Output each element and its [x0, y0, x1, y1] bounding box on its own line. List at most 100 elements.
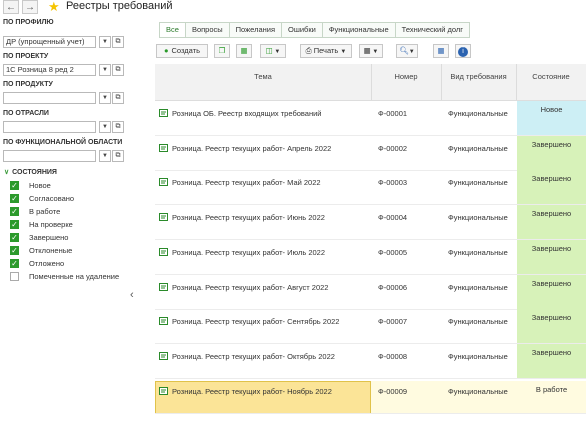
table-row[interactable]: [155, 205, 517, 239]
states-group-toggle[interactable]: ∨ СОСТОЯНИЯ: [4, 168, 57, 176]
row-number: Ф-00004: [378, 213, 408, 222]
state-cell: Новое: [517, 101, 586, 136]
column-separator: [441, 64, 442, 100]
filter-industry-open[interactable]: ⧉: [112, 121, 124, 133]
copy-button[interactable]: ❐: [214, 44, 230, 58]
tab-tech-debt[interactable]: Технический долг: [395, 23, 469, 37]
tab-questions[interactable]: Вопросы: [185, 23, 230, 37]
column-topic[interactable]: Тема: [155, 72, 371, 81]
table-row[interactable]: [155, 240, 517, 274]
state-new-label: Новое: [29, 181, 51, 190]
state-postponed-checkbox[interactable]: ✓: [10, 259, 19, 268]
tab-errors[interactable]: Ошибки: [282, 23, 323, 37]
chevron-down-icon: ▼: [370, 49, 379, 55]
state-in-work-checkbox[interactable]: ✓: [10, 207, 19, 216]
settings-button[interactable]: ▦: [433, 44, 449, 58]
filter-profile-dropdown[interactable]: ▼: [99, 36, 111, 48]
row-kind: Функциональные: [448, 352, 508, 361]
table-row[interactable]: [155, 344, 517, 378]
star-icon[interactable]: ★: [48, 0, 60, 15]
filter-profile-field[interactable]: ДР (упрощенный учет): [3, 36, 96, 48]
arrow-left-icon: ←: [6, 2, 16, 13]
document-icon: [159, 387, 168, 395]
collapse-panel-icon[interactable]: ‹: [130, 289, 134, 301]
table-row[interactable]: [155, 101, 517, 135]
filter-product-open[interactable]: ⧉: [112, 92, 124, 104]
state-in-work-label: В работе: [29, 207, 61, 216]
state-review-label: На проверке: [29, 220, 73, 229]
forward-button[interactable]: →: [22, 0, 38, 14]
table-row[interactable]: [155, 136, 517, 170]
row-number: Ф-00006: [378, 283, 408, 292]
row-topic: Розница. Реестр текущих работ- Июнь 2022: [172, 213, 325, 222]
filter-functional-area-open[interactable]: ⧉: [112, 150, 124, 162]
open-icon: ⧉: [115, 66, 121, 73]
search-button[interactable]: 🔍︎▼: [396, 44, 418, 58]
column-number[interactable]: Номер: [371, 72, 441, 81]
filter-product-dropdown[interactable]: ▼: [99, 92, 111, 104]
tab-all[interactable]: Все: [160, 23, 186, 37]
chevron-down-icon: ▼: [340, 49, 347, 55]
create-based-icon: ◫: [265, 46, 273, 55]
document-icon: [159, 213, 168, 221]
create-based-button[interactable]: ◫ ▼: [260, 44, 286, 58]
row-kind: Функциональные: [448, 109, 508, 118]
open-icon: ⧉: [115, 94, 121, 101]
info-icon: i: [458, 47, 468, 57]
back-button[interactable]: ←: [3, 0, 19, 14]
row-kind: Функциональные: [448, 387, 508, 396]
table-row[interactable]: [155, 275, 517, 309]
print-button-label: Печать: [313, 46, 339, 55]
filter-project-dropdown[interactable]: ▼: [99, 64, 111, 76]
state-cell: Завершено: [517, 344, 586, 379]
report-button[interactable]: ▦ ▼: [359, 44, 383, 58]
document-icon: [159, 144, 168, 152]
print-button[interactable]: ⎙ Печать ▼: [300, 44, 352, 58]
state-rejected-checkbox[interactable]: ✓: [10, 246, 19, 255]
row-kind: Функциональные: [448, 213, 508, 222]
row-number: Ф-00001: [378, 109, 408, 118]
filter-functional-area-field[interactable]: [3, 150, 96, 162]
state-cell: Завершено: [517, 136, 586, 171]
tab-functional[interactable]: Функциональные: [322, 23, 396, 37]
filter-industry-field[interactable]: [3, 121, 96, 133]
open-icon: ⧉: [115, 38, 121, 45]
search-icon: 🔍︎: [399, 46, 409, 55]
chevron-down-icon: ▼: [102, 95, 108, 101]
filter-profile-open[interactable]: ⧉: [112, 36, 124, 48]
row-topic: Розница. Реестр текущих работ- Ноябрь 20…: [172, 387, 332, 396]
state-cell: Завершено: [517, 170, 586, 205]
document-icon: [159, 248, 168, 256]
state-done-checkbox[interactable]: ✓: [10, 233, 19, 242]
create-button[interactable]: ● Создать: [156, 44, 208, 58]
state-new-checkbox[interactable]: ✓: [10, 181, 19, 190]
filter-functional-area-dropdown[interactable]: ▼: [99, 150, 111, 162]
document-icon: [159, 352, 168, 360]
filter-project-field[interactable]: 1С Розница 8 ред 2: [3, 64, 96, 76]
structure-button[interactable]: ▦: [236, 44, 252, 58]
state-agreed-checkbox[interactable]: ✓: [10, 194, 19, 203]
chevron-down-icon: ∨: [4, 169, 10, 176]
table-row[interactable]: [155, 170, 517, 204]
filter-profile-label: ПО ПРОФИЛЮ: [3, 19, 54, 26]
arrow-right-icon: →: [25, 2, 35, 13]
table-row[interactable]: [155, 379, 517, 413]
row-number: Ф-00005: [378, 248, 408, 257]
filter-industry-dropdown[interactable]: ▼: [99, 121, 111, 133]
info-button[interactable]: i: [455, 44, 471, 58]
row-topic: Розница. Реестр текущих работ- Июль 2022: [172, 248, 326, 257]
kind-tabs: Все Вопросы Пожелания Ошибки Функциональ…: [159, 22, 470, 38]
tab-wishes[interactable]: Пожелания: [229, 23, 283, 37]
filter-project-open[interactable]: ⧉: [112, 64, 124, 76]
row-number: Ф-00008: [378, 352, 408, 361]
row-number: Ф-00003: [378, 178, 408, 187]
plus-icon: ●: [163, 46, 169, 55]
state-review-checkbox[interactable]: ✓: [10, 220, 19, 229]
create-button-label: Создать: [171, 46, 201, 55]
chevron-down-icon: ▼: [272, 49, 281, 55]
column-state[interactable]: Состояние: [516, 72, 586, 81]
column-kind[interactable]: Вид требования: [441, 72, 516, 81]
state-deleted-checkbox[interactable]: [10, 272, 19, 281]
table-row[interactable]: [155, 309, 517, 343]
filter-product-field[interactable]: [3, 92, 96, 104]
